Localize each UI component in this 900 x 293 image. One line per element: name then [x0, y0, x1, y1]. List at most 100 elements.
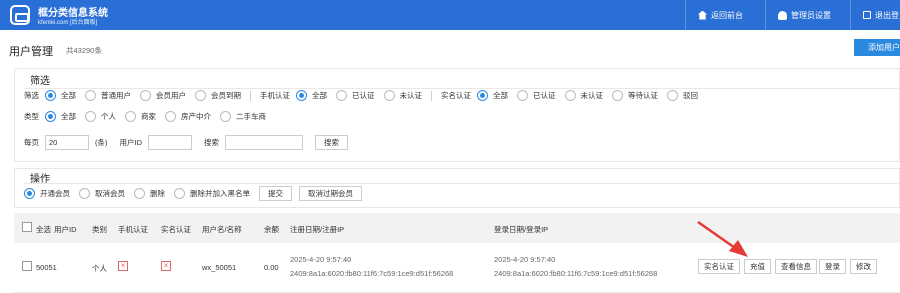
radio-label: 已认证: [352, 91, 375, 100]
nav-label: 退出登: [875, 10, 899, 20]
per-page-input[interactable]: [45, 135, 89, 150]
realname-verify-label: 实名认证: [441, 91, 471, 100]
cell-login-date: 2025-4-20 9:57:40: [494, 255, 556, 264]
radio-dot: [134, 188, 145, 199]
radio-dot: [612, 90, 623, 101]
cell-username: wx_50051: [202, 263, 237, 272]
view-info-button[interactable]: 查看信息: [775, 259, 817, 274]
cancel-expired-button[interactable]: 取消过期会员: [299, 186, 362, 201]
submit-button[interactable]: 提交: [259, 186, 292, 201]
radio-dot: [174, 188, 185, 199]
radio-label: 全部: [61, 91, 76, 100]
radio-type-merchant[interactable]: 商家: [125, 111, 156, 122]
nav-label: 返回前台: [711, 10, 743, 20]
realname-verify-button[interactable]: 实名认证: [698, 259, 740, 274]
per-page-unit: (条): [95, 138, 108, 147]
radio-dot: [165, 111, 176, 122]
divider: [250, 90, 251, 101]
table-row: 50051 个人 × × wx_50051 0.00 2025-4-20 9:5…: [14, 243, 900, 293]
radio-phone-unverified[interactable]: 未认证: [383, 90, 422, 101]
radio-op-delete[interactable]: 删除: [134, 188, 165, 199]
header-register: 注册日期/注册IP: [290, 225, 345, 234]
radio-dot: [85, 111, 96, 122]
radio-label: 开通会员: [40, 189, 70, 198]
logo-icon: [10, 5, 30, 25]
header-user-id: 用户ID: [54, 225, 77, 234]
header-balance: 余额: [264, 225, 279, 234]
login-as-button[interactable]: 登录: [819, 259, 846, 274]
table-header: 全选 用户ID 类别 手机认证 实名认证 用户名/名称 余额 注册日期/注册IP…: [14, 213, 900, 243]
radio-phone-verified[interactable]: 已认证: [336, 90, 375, 101]
radio-dot: [195, 90, 206, 101]
radio-realname-unverified[interactable]: 未认证: [564, 90, 603, 101]
radio-op-open-member[interactable]: 开通会员: [24, 188, 70, 199]
header-select-all: 全选: [36, 225, 51, 234]
header-username: 用户名/名称: [202, 225, 242, 234]
radio-dot: [24, 188, 35, 199]
radio-label: 普通用户: [101, 91, 131, 100]
radio-type-all[interactable]: 全部: [45, 111, 76, 122]
radio-label: 个人: [101, 112, 116, 121]
radio-filter-normal[interactable]: 普通用户: [85, 90, 131, 101]
radio-label: 全部: [61, 112, 76, 121]
radio-dot: [296, 90, 307, 101]
filter-label: 筛选: [24, 91, 39, 100]
search-label: 搜索: [204, 138, 219, 147]
radio-phone-all[interactable]: 全部: [296, 90, 327, 101]
radio-dot: [220, 111, 231, 122]
top-bar: 框分类信息系统 kfenlei.com [后台面板] 返回前台 管理员设置 退出…: [0, 0, 900, 30]
radio-label: 已认证: [533, 91, 556, 100]
select-all-checkbox[interactable]: [22, 222, 32, 232]
record-count: 共43290条: [66, 46, 102, 55]
radio-label: 等待认证: [628, 91, 658, 100]
row-checkbox[interactable]: [22, 261, 32, 271]
radio-realname-all[interactable]: 全部: [477, 90, 508, 101]
type-label: 类型: [24, 112, 39, 121]
radio-filter-member[interactable]: 会员用户: [140, 90, 186, 101]
user-id-input[interactable]: [148, 135, 192, 150]
radio-label: 删除: [150, 189, 165, 198]
radio-dot: [667, 90, 678, 101]
radio-type-car-dealer[interactable]: 二手车商: [220, 111, 266, 122]
home-icon: [698, 10, 707, 20]
search-input[interactable]: [225, 135, 303, 150]
radio-type-realestate[interactable]: 房产中介: [165, 111, 211, 122]
nav-admin-settings[interactable]: 管理员设置: [765, 0, 845, 30]
radio-realname-verified[interactable]: 已认证: [517, 90, 556, 101]
filter-row-type: 类型 全部 个人 商家 房产中介 二手车商: [24, 111, 275, 122]
radio-dot: [79, 188, 90, 199]
radio-label: 房产中介: [181, 112, 211, 121]
cell-balance: 0.00: [264, 263, 279, 272]
radio-op-delete-blacklist[interactable]: 删除并加入黑名单: [174, 188, 250, 199]
radio-filter-expired[interactable]: 会员到期: [195, 90, 241, 101]
edit-button[interactable]: 修改: [850, 259, 877, 274]
radio-realname-rejected[interactable]: 驳回: [667, 90, 698, 101]
phone-verify-label: 手机认证: [260, 91, 290, 100]
header-login: 登录日期/登录IP: [494, 225, 549, 234]
nav-logout[interactable]: 退出登: [850, 0, 900, 30]
radio-realname-pending[interactable]: 等待认证: [612, 90, 658, 101]
radio-filter-all[interactable]: 全部: [45, 90, 76, 101]
cell-register-ip: 2409:8a1a:6020:fb80:11f6:7c59:1ce9:d51f:…: [290, 269, 454, 278]
divider: [431, 90, 432, 101]
cell-register-date: 2025-4-20 9:57:40: [290, 255, 352, 264]
page-title: 用户管理: [9, 46, 53, 58]
filter-row-search: 每页 (条) 用户ID 搜索 搜索: [24, 135, 348, 150]
brand-subtitle: kfenlei.com [后台面板]: [38, 20, 98, 26]
radio-op-cancel-member[interactable]: 取消会员: [79, 188, 125, 199]
divider: [24, 88, 900, 89]
nav-back-to-front[interactable]: 返回前台: [685, 0, 765, 30]
user-id-label: 用户ID: [119, 138, 143, 147]
radio-dot: [517, 90, 528, 101]
recharge-button[interactable]: 充值: [744, 259, 771, 274]
header-realname-verified: 实名认证: [161, 225, 191, 234]
nav-label: 管理员设置: [791, 10, 831, 20]
header-category: 类别: [92, 225, 107, 234]
radio-type-personal[interactable]: 个人: [85, 111, 116, 122]
search-button[interactable]: 搜索: [315, 135, 348, 150]
filter-section-title: 筛选: [30, 76, 50, 87]
radio-dot: [45, 90, 56, 101]
radio-label: 会员用户: [156, 91, 186, 100]
add-user-button[interactable]: 添加用户: [854, 39, 900, 56]
radio-dot: [85, 90, 96, 101]
